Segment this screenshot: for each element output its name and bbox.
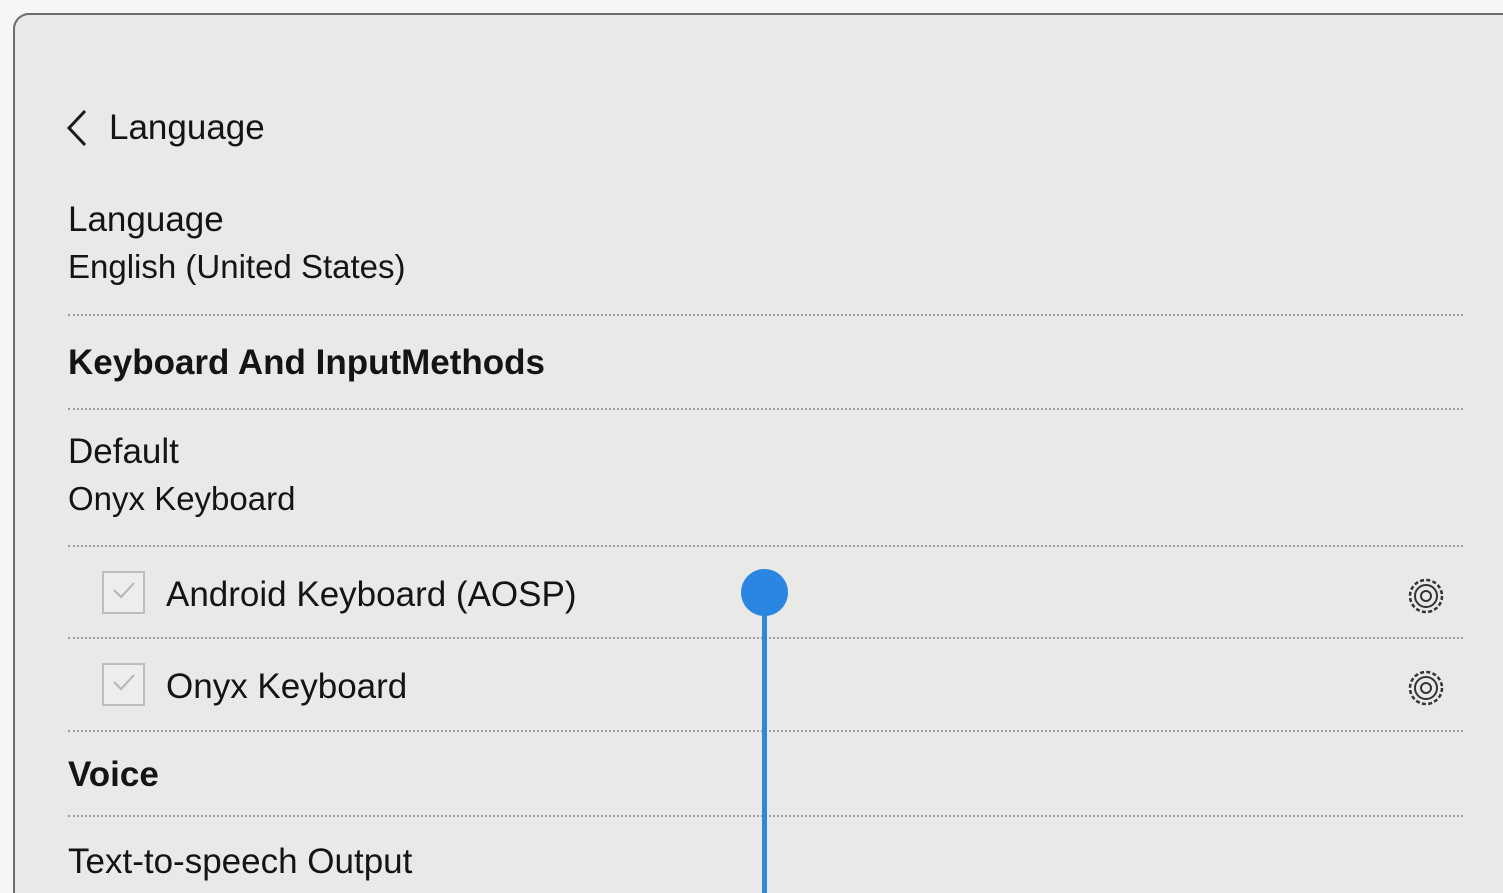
keyboard-label: Onyx Keyboard	[166, 667, 408, 706]
keyboard-enabled-checkbox[interactable]	[102, 571, 145, 614]
default-keyboard-value: Onyx Keyboard	[68, 480, 296, 517]
checkmark-icon	[111, 580, 137, 605]
default-keyboard-title: Default	[68, 432, 179, 471]
gear-icon[interactable]	[1405, 667, 1447, 714]
checkmark-icon	[111, 672, 137, 697]
default-keyboard-row[interactable]: Default Onyx Keyboard	[68, 432, 1463, 542]
gear-icon[interactable]	[1405, 575, 1447, 622]
voice-section-header: Voice	[68, 755, 159, 794]
keyboard-enabled-checkbox[interactable]	[102, 663, 145, 706]
language-setting-row[interactable]: Language English (United States)	[68, 200, 1463, 310]
back-button[interactable]: Language	[65, 103, 265, 153]
chevron-left-icon	[65, 108, 89, 148]
divider	[68, 545, 1463, 547]
touch-trail	[762, 592, 767, 893]
page-title: Language	[109, 108, 265, 147]
keyboard-section-header: Keyboard And InputMethods	[68, 343, 546, 382]
language-setting-title: Language	[68, 200, 224, 239]
tts-output-title: Text-to-speech Output	[68, 842, 413, 881]
divider	[68, 314, 1463, 316]
touch-indicator	[741, 569, 788, 616]
divider	[68, 408, 1463, 410]
language-setting-value: English (United States)	[68, 248, 406, 285]
keyboard-label: Android Keyboard (AOSP)	[166, 575, 577, 614]
settings-screen: Language Language English (United States…	[13, 13, 1503, 893]
